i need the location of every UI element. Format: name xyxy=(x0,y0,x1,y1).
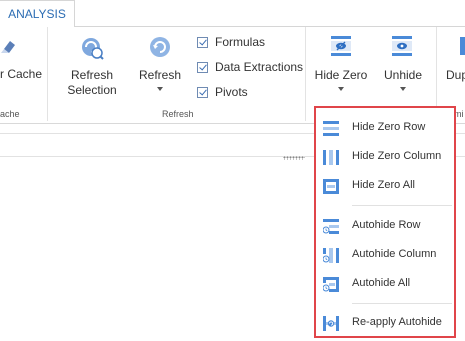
menu-separator xyxy=(352,205,452,206)
menu-item-label: Autohide Row xyxy=(352,219,421,231)
clear-cache-button[interactable]: r Cache xyxy=(0,67,42,82)
refresh-selection-label-line1: Refresh xyxy=(70,68,114,82)
pivots-checkbox[interactable]: Pivots xyxy=(197,83,248,101)
data-extractions-checkbox[interactable]: Data Extractions xyxy=(197,58,303,76)
autohide-row-icon xyxy=(323,219,339,234)
refresh-dropdown-caret[interactable] xyxy=(157,87,163,91)
autohide-all-icon xyxy=(323,277,339,292)
group-separator xyxy=(305,27,306,121)
hide-zero-row-icon xyxy=(323,121,339,136)
formulas-label: Formulas xyxy=(215,35,266,49)
formulas-check-icon xyxy=(197,36,208,48)
unhide-dropdown-caret[interactable] xyxy=(400,87,406,91)
group-separator xyxy=(47,27,48,121)
menu-item-hide-zero-all[interactable]: Hide Zero All xyxy=(316,172,454,201)
menu-item-label: Hide Zero Row xyxy=(352,121,426,133)
menu-item-label: Hide Zero All xyxy=(352,179,415,191)
refresh-selection-button[interactable]: Refresh Selection xyxy=(62,68,122,98)
tab-analysis[interactable]: ANALYSIS xyxy=(0,0,75,28)
refresh-button[interactable]: Refresh xyxy=(134,68,186,83)
unhide-button[interactable]: Unhide xyxy=(380,68,426,83)
pivots-label: Pivots xyxy=(215,85,248,99)
reapply-autohide-icon xyxy=(323,316,339,331)
menu-item-label: Re-apply Autohide xyxy=(352,316,442,328)
menu-item-hide-zero-row[interactable]: Hide Zero Row xyxy=(316,114,454,143)
pivots-check-icon xyxy=(197,86,208,98)
refresh-selection-label-line2: Selection xyxy=(67,83,117,97)
hide-zero-button[interactable]: Hide Zero xyxy=(313,68,369,83)
data-extractions-label: Data Extractions xyxy=(215,60,304,74)
unhide-icon xyxy=(392,36,412,56)
hide-zero-all-icon xyxy=(323,179,339,194)
resize-grip-icon[interactable] xyxy=(283,156,305,160)
duplicate-icon xyxy=(460,37,465,55)
menu-item-label: Autohide Column xyxy=(352,248,437,260)
refresh-group-label: Refresh xyxy=(162,109,194,119)
eraser-icon xyxy=(1,41,15,53)
data-extractions-check-icon xyxy=(197,61,208,73)
menu-item-reapply-autohide[interactable]: Re-apply Autohide xyxy=(316,309,454,338)
autohide-column-icon xyxy=(323,248,339,263)
refresh-selection-icon xyxy=(82,38,104,60)
cache-group-label: ache xyxy=(0,109,20,119)
menu-separator xyxy=(352,303,452,304)
menu-item-label: Hide Zero Column xyxy=(352,150,442,162)
duplicate-button[interactable]: Dup xyxy=(446,68,465,83)
hide-zero-dropdown-caret[interactable] xyxy=(338,87,344,91)
menu-item-autohide-column[interactable]: Autohide Column xyxy=(316,241,454,270)
refresh-icon xyxy=(150,37,170,57)
ribbon-tab-bar: ANALYSIS xyxy=(0,0,465,28)
menu-item-autohide-all[interactable]: Autohide All xyxy=(316,270,454,299)
hide-zero-column-icon xyxy=(323,150,339,165)
hide-zero-icon xyxy=(331,36,351,56)
hide-zero-dropdown-menu: Hide Zero Row Hide Zero Column Hide Zero… xyxy=(314,106,456,338)
menu-item-hide-zero-column[interactable]: Hide Zero Column xyxy=(316,143,454,172)
menu-item-autohide-row[interactable]: Autohide Row xyxy=(316,212,454,241)
formulas-checkbox[interactable]: Formulas xyxy=(197,33,265,51)
menu-item-label: Autohide All xyxy=(352,277,411,289)
